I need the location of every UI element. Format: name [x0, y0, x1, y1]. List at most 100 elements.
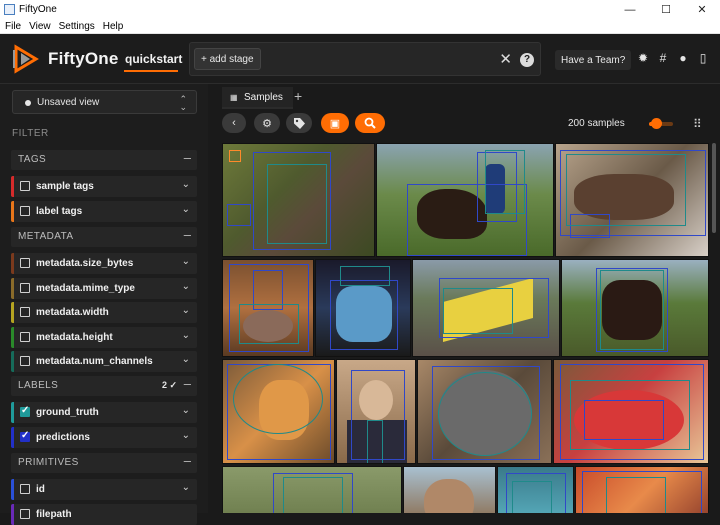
clear-stages-icon[interactable]: ✕: [499, 50, 512, 68]
detection-box: [283, 477, 343, 513]
group-tags[interactable]: TAGS –: [11, 150, 197, 170]
main-panel: ▦ Samples + ‹ ⚙ ▣ 200 samples ⠿: [208, 84, 720, 513]
sample-tile[interactable]: [222, 143, 375, 257]
sample-tile[interactable]: [561, 259, 709, 357]
sidebar-item-mime-type[interactable]: metadata.mime_type ⌄: [11, 278, 197, 299]
sample-tile[interactable]: [403, 466, 496, 513]
sample-count: 200 samples: [568, 118, 625, 129]
checkbox[interactable]: [20, 181, 30, 191]
github-icon[interactable]: ●: [676, 51, 690, 65]
detection-box: [340, 266, 390, 286]
sample-tile[interactable]: [417, 359, 552, 464]
checkbox[interactable]: [20, 258, 30, 268]
sidebar-item-height[interactable]: metadata.height ⌄: [11, 327, 197, 348]
window-title: FiftyOne: [19, 4, 57, 15]
sidebar-item-label-tags[interactable]: label tags ⌄: [11, 201, 197, 222]
chevron-down-icon[interactable]: ⌄: [182, 204, 190, 215]
checkbox[interactable]: [20, 332, 30, 342]
chevron-down-icon[interactable]: ⌄: [182, 354, 190, 365]
checkbox[interactable]: [20, 206, 30, 216]
sample-tile[interactable]: [222, 259, 314, 357]
chevron-down-icon[interactable]: ⌄: [182, 330, 190, 341]
sample-tile[interactable]: [336, 359, 416, 464]
grid-view-icon[interactable]: ⠿: [693, 117, 702, 131]
chevron-down-icon[interactable]: ⌄: [182, 179, 190, 190]
checkbox[interactable]: [20, 283, 30, 293]
sidebar-item-label: id: [36, 484, 45, 495]
zoom-slider-handle[interactable]: [650, 118, 662, 129]
chevron-down-icon[interactable]: ⌄: [182, 482, 190, 493]
add-stage-button[interactable]: + add stage: [194, 48, 261, 70]
maximize-button[interactable]: ☐: [648, 0, 684, 19]
detection-box: [512, 481, 552, 513]
checkbox[interactable]: [20, 484, 30, 494]
sidebar-item-label: sample tags: [36, 181, 94, 192]
view-stage-bar[interactable]: + add stage ✕ ?: [189, 42, 541, 76]
menu-settings[interactable]: Settings: [59, 21, 95, 32]
detection-box: [239, 304, 299, 344]
sample-tile[interactable]: [222, 359, 335, 464]
checkbox-checked[interactable]: [20, 430, 30, 442]
detection-box: [330, 280, 398, 350]
sidebar: Unsaved view ⌃ ⌄ FILTER TAGS – sample tag…: [0, 84, 208, 525]
chevron-down-icon[interactable]: ⌄: [182, 405, 190, 416]
settings-icon[interactable]: ⚙: [254, 113, 280, 133]
sample-tile[interactable]: [555, 143, 709, 257]
docs-icon[interactable]: ▯: [696, 51, 710, 65]
fiftyone-logo-icon[interactable]: [12, 44, 40, 74]
menu-help[interactable]: Help: [103, 21, 124, 32]
group-labels[interactable]: LABELS 2 ✓ –: [11, 376, 197, 396]
collapse-icon[interactable]: –: [184, 227, 191, 242]
menu-view[interactable]: View: [29, 21, 51, 32]
checkbox[interactable]: [20, 307, 30, 317]
add-panel-button[interactable]: +: [294, 88, 302, 104]
back-button[interactable]: ‹: [222, 113, 246, 133]
chevron-down-icon[interactable]: ⌄: [182, 430, 190, 441]
sidebar-item-id[interactable]: id ⌄: [11, 479, 197, 500]
collapse-icon[interactable]: –: [184, 150, 191, 165]
sample-tile[interactable]: [222, 466, 402, 513]
sample-tile[interactable]: [497, 466, 574, 513]
group-metadata[interactable]: METADATA –: [11, 227, 197, 247]
select-box-icon[interactable]: ▣: [321, 113, 349, 133]
view-selector[interactable]: Unsaved view ⌃ ⌄: [12, 90, 197, 114]
have-a-team-button[interactable]: Have a Team?: [555, 50, 632, 70]
sidebar-item-width[interactable]: metadata.width ⌄: [11, 302, 197, 323]
sidebar-item-label: metadata.size_bytes: [36, 258, 134, 269]
slack-icon[interactable]: #: [656, 51, 670, 65]
sun-icon[interactable]: ✹: [636, 51, 650, 65]
menu-file[interactable]: File: [5, 21, 21, 32]
sample-tile[interactable]: [553, 359, 709, 464]
sample-tile[interactable]: [315, 259, 411, 357]
tab-samples[interactable]: ▦ Samples: [222, 87, 293, 109]
labels-count-badge[interactable]: 2 ✓: [162, 380, 177, 391]
sidebar-item-ground-truth[interactable]: ground_truth ⌄: [11, 402, 197, 423]
chevron-down-icon[interactable]: ⌄: [182, 281, 190, 292]
sample-tile[interactable]: [575, 466, 709, 513]
checkbox-checked[interactable]: [20, 405, 30, 417]
chevron-down-icon[interactable]: ⌄: [182, 305, 190, 316]
group-primitives[interactable]: PRIMITIVES –: [11, 453, 197, 473]
collapse-icon[interactable]: –: [184, 453, 191, 468]
sidebar-item-predictions[interactable]: predictions ⌄: [11, 427, 197, 448]
sidebar-item-sample-tags[interactable]: sample tags ⌄: [11, 176, 197, 197]
help-icon[interactable]: ?: [520, 53, 534, 67]
sidebar-item-size-bytes[interactable]: metadata.size_bytes ⌄: [11, 253, 197, 274]
color-bar: [11, 253, 14, 274]
minimize-button[interactable]: —: [612, 0, 648, 19]
sample-tile[interactable]: [376, 143, 554, 257]
close-button[interactable]: ✕: [684, 0, 720, 19]
sidebar-item-num-channels[interactable]: metadata.num_channels ⌄: [11, 351, 197, 372]
chevron-down-icon[interactable]: ⌄: [182, 256, 190, 267]
dataset-name[interactable]: quickstart: [125, 52, 182, 66]
collapse-icon[interactable]: –: [184, 376, 191, 391]
checkbox[interactable]: [20, 509, 30, 519]
gallery-scrollbar[interactable]: [712, 143, 716, 233]
sidebar-item-filepath[interactable]: filepath: [11, 504, 197, 525]
search-icon[interactable]: [355, 113, 385, 133]
sample-tile[interactable]: [412, 259, 560, 357]
tile-checkbox[interactable]: [229, 150, 241, 162]
checkbox[interactable]: [20, 356, 30, 366]
color-bar: [11, 351, 14, 372]
tag-icon[interactable]: [286, 113, 312, 133]
